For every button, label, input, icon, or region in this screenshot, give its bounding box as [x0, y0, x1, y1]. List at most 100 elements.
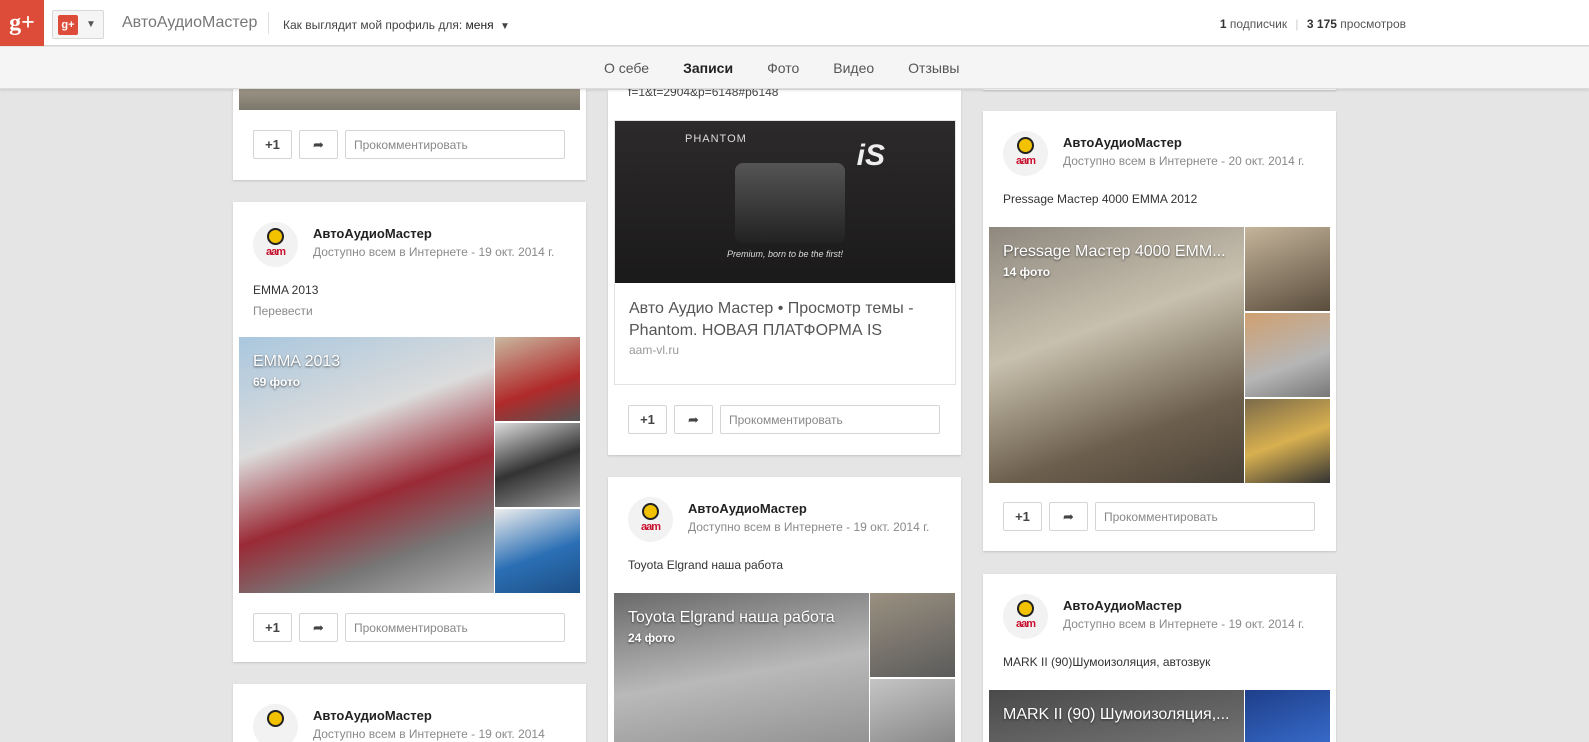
post-date[interactable]: 19 окт. 2014 — [479, 727, 545, 741]
views-label: просмотров — [1340, 17, 1406, 31]
visibility[interactable]: Доступно всем в Интернете — [313, 727, 468, 741]
post-card: aam АвтоАудиоМастер Доступно всем в Инте… — [233, 202, 586, 662]
tab-posts[interactable]: Записи — [683, 60, 733, 76]
photo-album[interactable]: MARK II (90) Шумоизоляция,... — [989, 690, 1330, 742]
comment-input[interactable]: Прокомментировать — [720, 405, 940, 434]
author-name[interactable]: АвтоАудиоМастер — [1063, 598, 1182, 613]
album-title: Toyota Elgrand наша работа — [628, 609, 835, 626]
avatar[interactable]: aam — [253, 222, 298, 267]
plus-one-button[interactable]: +1 — [253, 613, 292, 642]
plus-one-button[interactable]: +1 — [1003, 502, 1042, 531]
logo-text: aam — [640, 521, 661, 533]
link-preview[interactable]: PHANTOM iS Premium, born to be the first… — [614, 120, 956, 385]
album-thumb[interactable] — [1245, 399, 1330, 483]
separator: - — [1221, 617, 1226, 631]
post-date[interactable]: 19 окт. 2014 г. — [1229, 617, 1305, 631]
tab-photos[interactable]: Фото — [767, 60, 799, 76]
album-count: 24 фото — [628, 631, 676, 645]
post-actions: +1 ➦ Прокомментировать — [628, 405, 940, 435]
logo-mark — [1017, 600, 1034, 617]
photo-album[interactable]: Toyota Elgrand наша работа 24 фото — [614, 593, 955, 742]
logo-text: aam — [1015, 155, 1036, 167]
banner-model: iS — [856, 139, 885, 172]
comment-input[interactable]: Прокомментировать — [345, 613, 565, 642]
top-bar: g+ g+ ▼ АвтоАудиоМастер Как выглядит мой… — [0, 0, 1589, 46]
avatar[interactable]: aam — [1003, 594, 1048, 639]
chevron-down-icon: ▼ — [499, 21, 510, 32]
banner-tagline: Premium, born to be the first! — [726, 249, 844, 259]
author-name[interactable]: АвтоАудиоМастер — [1063, 135, 1182, 150]
share-button[interactable]: ➦ — [1049, 502, 1088, 531]
post-actions: +1 ➦ Прокомментировать — [1003, 502, 1315, 532]
link-preview-image[interactable]: PHANTOM iS Premium, born to be the first… — [615, 121, 955, 283]
post-card: aam АвтоАудиоМастер Доступно всем в Инте… — [983, 111, 1336, 551]
album-thumb[interactable] — [495, 509, 580, 593]
followers-label[interactable]: подписчик — [1230, 17, 1287, 31]
author-name[interactable]: АвтоАудиоМастер — [688, 501, 807, 516]
tab-about[interactable]: О себе — [604, 60, 649, 76]
divider — [268, 12, 269, 34]
album-thumb[interactable] — [1245, 313, 1330, 397]
plus-one-button[interactable]: +1 — [253, 130, 292, 159]
logo-mark — [267, 710, 284, 727]
chevron-down-icon: ▼ — [86, 19, 96, 30]
post-card: aam АвтоАудиоМастер Доступно всем в Инте… — [983, 574, 1336, 742]
share-button[interactable]: ➦ — [674, 405, 713, 434]
comment-input[interactable]: Прокомментировать — [1095, 502, 1315, 531]
logo-mark — [267, 228, 284, 245]
visibility[interactable]: Доступно всем в Интернете — [688, 520, 843, 534]
logo-text: g+ — [9, 9, 35, 36]
post-meta: Доступно всем в Интернете - 19 окт. 2014… — [688, 520, 929, 534]
view-as-value: меня — [465, 18, 494, 32]
tab-reviews[interactable]: Отзывы — [908, 60, 959, 76]
share-arrow-icon: ➦ — [313, 619, 324, 635]
photo-album[interactable]: Pressage Мастер 4000 EMM... 14 фото — [989, 227, 1330, 483]
tab-videos[interactable]: Видео — [833, 60, 874, 76]
divider: | — [1295, 17, 1299, 31]
plus-one-button[interactable]: +1 — [628, 405, 667, 434]
post-text: Toyota Elgrand наша работа — [628, 558, 783, 572]
view-as-selector[interactable]: Как выглядит мой профиль для: меня ▼ — [283, 18, 510, 32]
google-plus-logo[interactable]: g+ — [0, 0, 44, 46]
head-unit-image — [735, 163, 845, 243]
post-card: АвтоАудиоМастер Доступно всем в Интернет… — [233, 684, 586, 742]
album-thumb[interactable] — [495, 423, 580, 507]
post-date[interactable]: 19 окт. 2014 г. — [854, 520, 930, 534]
avatar[interactable] — [253, 704, 298, 742]
views-count: 3 175 — [1306, 17, 1337, 31]
album-thumb[interactable] — [870, 593, 955, 677]
album-thumb[interactable] — [1245, 690, 1330, 742]
share-button[interactable]: ➦ — [299, 130, 338, 159]
logo-text: aam — [1015, 618, 1036, 630]
album-thumb[interactable] — [870, 679, 955, 742]
visibility[interactable]: Доступно всем в Интернете — [1063, 617, 1218, 631]
followers-count: 1 — [1219, 17, 1227, 31]
visibility[interactable]: Доступно всем в Интернете — [313, 245, 468, 259]
account-switcher[interactable]: g+ ▼ — [52, 10, 104, 39]
share-arrow-icon: ➦ — [1063, 508, 1074, 524]
album-thumb[interactable] — [495, 337, 580, 421]
translate-link[interactable]: Перевести — [253, 304, 313, 318]
separator: - — [1221, 154, 1226, 168]
share-arrow-icon: ➦ — [313, 136, 324, 152]
link-domain: aam-vl.ru — [629, 343, 680, 357]
comment-input[interactable]: Прокомментировать — [345, 130, 565, 159]
post-date[interactable]: 20 окт. 2014 г. — [1229, 154, 1305, 168]
album-thumb[interactable] — [1245, 227, 1330, 311]
photo-album[interactable]: EMMA 2013 69 фото — [239, 337, 580, 593]
logo-mark — [642, 503, 659, 520]
author-name[interactable]: АвтоАудиоМастер — [313, 226, 432, 241]
link-title[interactable]: Авто Аудио Мастер • Просмотр темы - Phan… — [629, 298, 949, 342]
post-date[interactable]: 19 окт. 2014 г. — [479, 245, 555, 259]
share-button[interactable]: ➦ — [299, 613, 338, 642]
page-title[interactable]: АвтоАудиоМастер — [122, 14, 257, 32]
avatar[interactable]: aam — [628, 497, 673, 542]
visibility[interactable]: Доступно всем в Интернете — [1063, 154, 1218, 168]
post-text: MARK II (90)Шумоизоляция, автозвук — [1003, 655, 1211, 669]
album-title: EMMA 2013 — [253, 353, 341, 370]
author-name[interactable]: АвтоАудиоМастер — [313, 708, 432, 723]
separator: - — [471, 727, 476, 741]
avatar[interactable]: aam — [1003, 131, 1048, 176]
post-card: aam АвтоАудиоМастер Доступно всем в Инте… — [608, 477, 961, 742]
post-text: EMMA 2013 — [253, 283, 319, 297]
